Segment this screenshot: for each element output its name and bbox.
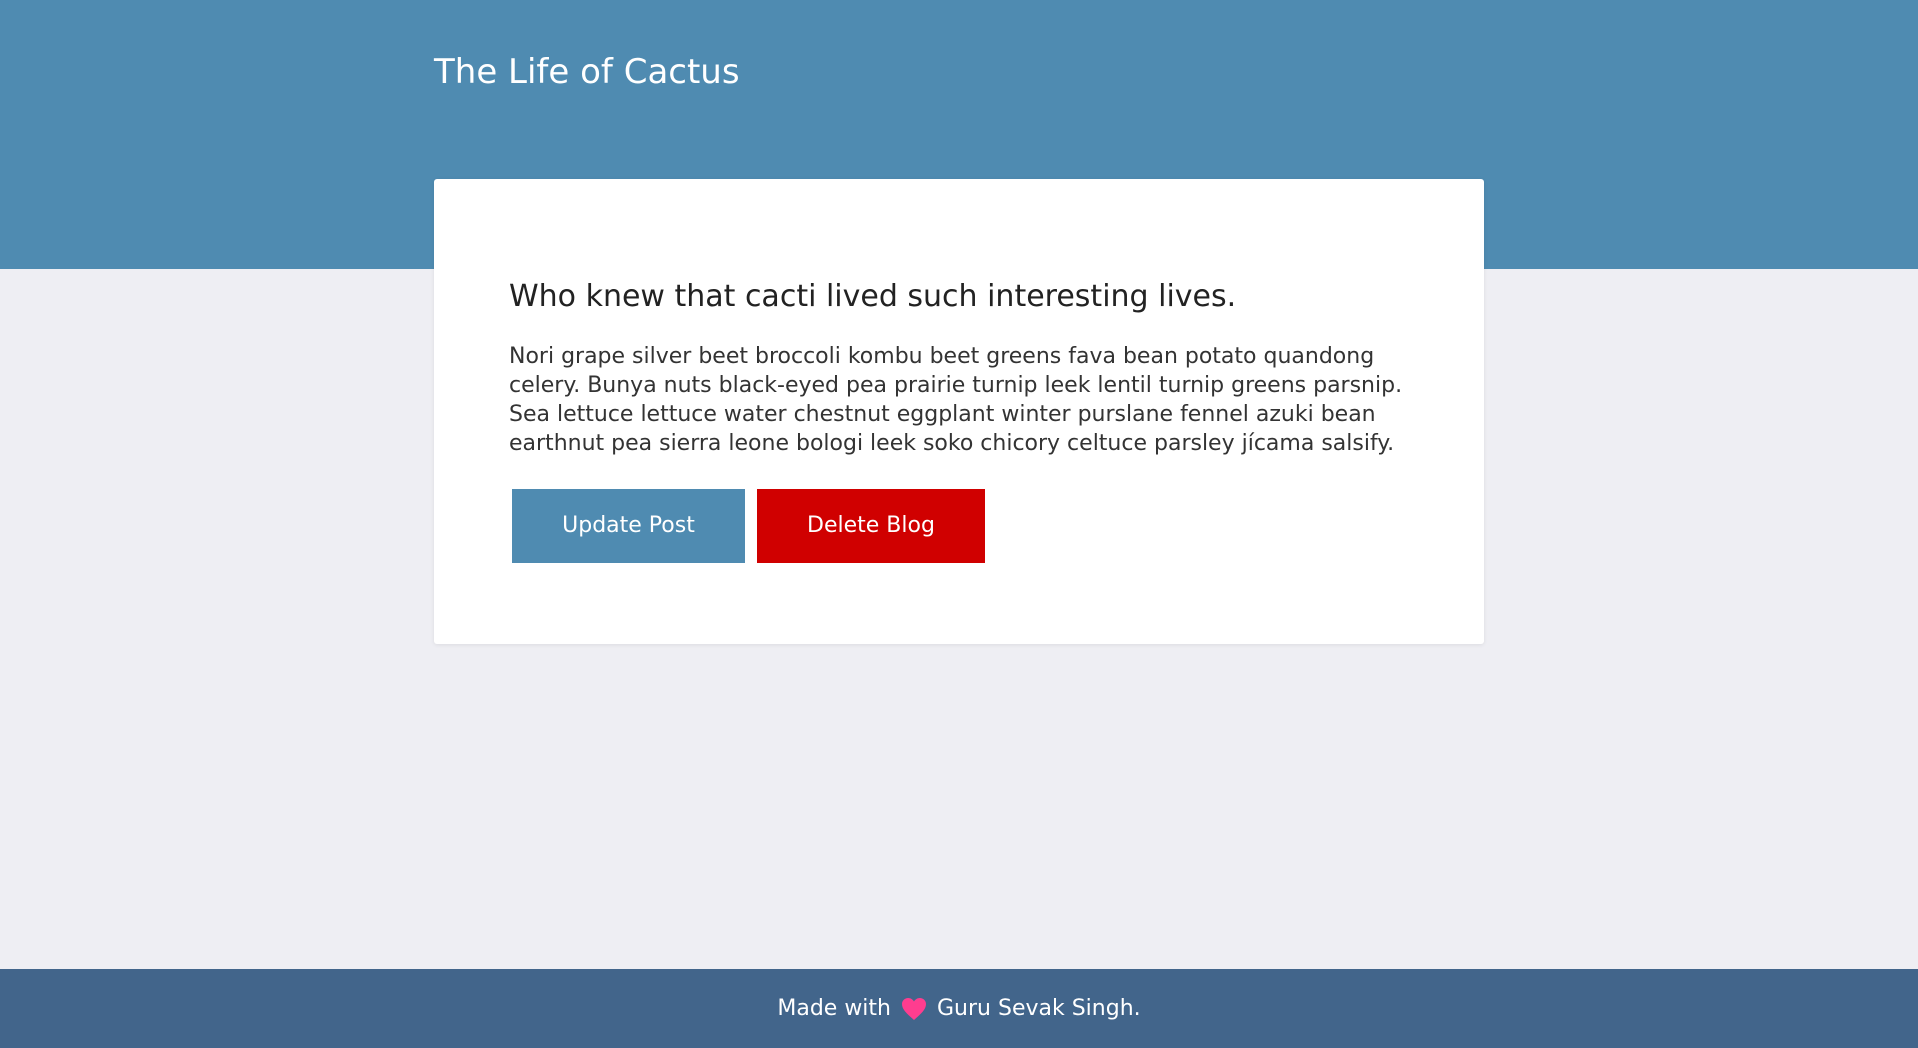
post-title: Who knew that cacti lived such interesti… xyxy=(509,279,1237,314)
footer-author: Guru Sevak Singh. xyxy=(937,996,1141,1021)
post-body: Nori grape silver beet broccoli kombu be… xyxy=(509,344,1403,456)
post-card: Who knew that cacti lived such interesti… xyxy=(434,179,1484,644)
site-title[interactable]: The Life of Cactus xyxy=(434,52,740,92)
site-footer: Made with Guru Sevak Singh. xyxy=(0,969,1918,1048)
footer-made-with: Made with xyxy=(777,996,891,1021)
heart-icon xyxy=(901,997,927,1021)
update-post-button[interactable]: Update Post xyxy=(512,489,745,563)
delete-blog-button[interactable]: Delete Blog xyxy=(757,489,985,563)
